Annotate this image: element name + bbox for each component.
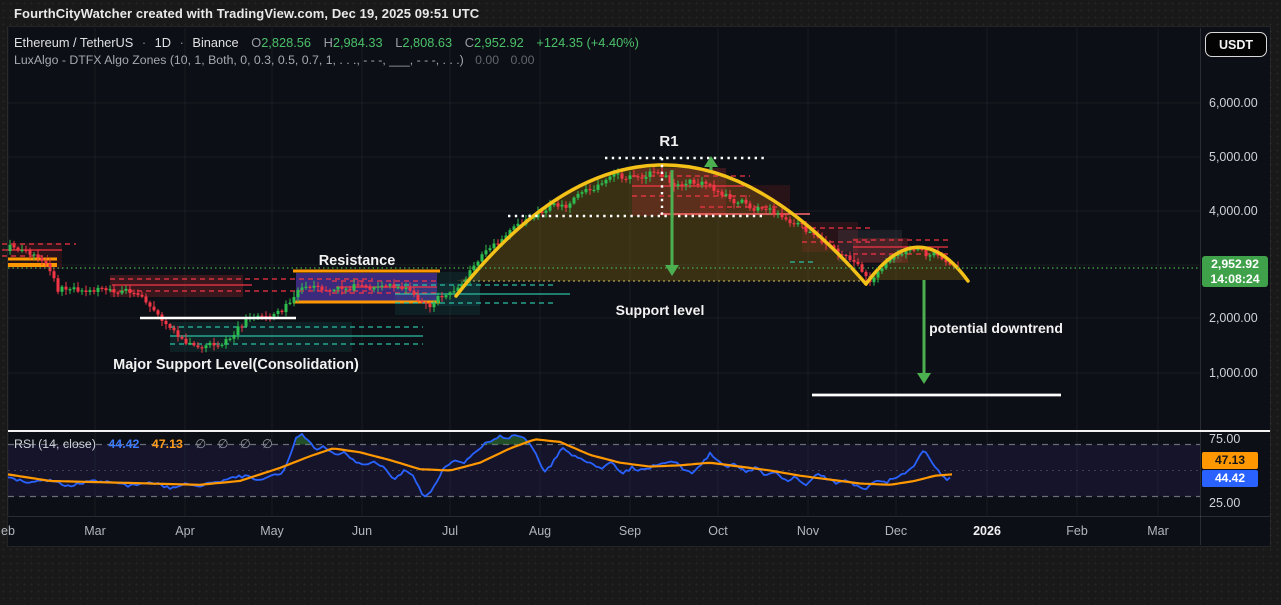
- price-axis-tick: 1,000.00: [1209, 366, 1258, 380]
- change-value: +124.35 (+4.40%): [536, 35, 638, 50]
- rsi-null-values: ∅ ∅ ∅ ∅: [195, 437, 277, 451]
- time-axis-tick: Feb: [1066, 524, 1088, 538]
- svg-text:Major Support Level(Consolidat: Major Support Level(Consolidation): [113, 357, 359, 373]
- low-value: 2,808.63: [402, 35, 452, 50]
- time-axis-tick: Oct: [708, 524, 727, 538]
- interval-value[interactable]: 1D: [155, 35, 171, 50]
- time-axis-tick: Mar: [1147, 524, 1169, 538]
- close-value: 2,952.92: [474, 35, 524, 50]
- time-axis-tick: Nov: [797, 524, 819, 538]
- legend-symbol-row[interactable]: Ethereum / TetherUS · 1D · Binance O2,82…: [14, 35, 639, 50]
- time-axis-tick: Jun: [352, 524, 372, 538]
- legend-separator: ·: [142, 35, 146, 50]
- time-axis-tick: Aug: [529, 524, 551, 538]
- svg-text:Support level: Support level: [616, 302, 705, 318]
- time-axis-tick: Dec: [885, 524, 907, 538]
- exchange-name: Binance: [192, 35, 238, 50]
- time-axis-tick: Mar: [84, 524, 106, 538]
- time-axis-tick: Jul: [442, 524, 458, 538]
- rsi-value: 44.42: [108, 437, 139, 451]
- price-axis-tick: 4,000.00: [1209, 204, 1258, 218]
- time-axis-tick: Apr: [175, 524, 194, 538]
- svg-text:Resistance: Resistance: [319, 253, 396, 269]
- rsi-ma-value: 47.13: [152, 437, 183, 451]
- rsi-value-badge: 44.42: [1202, 470, 1258, 487]
- rsi-ma-badge: 47.13: [1202, 452, 1258, 469]
- price-axis-tick: 5,000.00: [1209, 150, 1258, 164]
- high-label: H: [324, 35, 333, 50]
- time-axis-tick: 2026: [973, 524, 1001, 538]
- symbol-title[interactable]: Ethereum / TetherUS: [14, 35, 133, 50]
- indicator-title[interactable]: LuxAlgo - DTFX Algo Zones (10, 1, Both, …: [14, 53, 464, 67]
- time-axis-tick: May: [260, 524, 284, 538]
- footer-bar: TradingView: [0, 546, 1281, 605]
- time-axis-tick: eb: [1, 524, 15, 538]
- time-axis-tick: Sep: [619, 524, 641, 538]
- legend-indicator-row[interactable]: LuxAlgo - DTFX Algo Zones (10, 1, Both, …: [14, 53, 534, 67]
- open-label: O: [251, 35, 261, 50]
- rsi-legend-row[interactable]: RSI (14, close) 44.42 47.13 ∅ ∅ ∅ ∅: [14, 436, 277, 451]
- indicator-value: 0.00: [475, 53, 499, 67]
- close-label: C: [465, 35, 474, 50]
- tradingview-snapshot: FourthCityWatcher created with TradingVi…: [0, 0, 1281, 605]
- currency-toggle-button[interactable]: USDT: [1205, 32, 1267, 57]
- high-value: 2,984.33: [333, 35, 383, 50]
- rsi-indicator-title[interactable]: RSI (14, close): [14, 437, 96, 451]
- legend-separator: ·: [180, 35, 184, 50]
- price-axis-tick: 2,000.00: [1209, 311, 1258, 325]
- svg-text:R1: R1: [659, 133, 678, 150]
- price-axis-tick: 6,000.00: [1209, 96, 1258, 110]
- bar-countdown: 14:08:24: [1202, 272, 1268, 287]
- rsi-axis-tick-25: 25.00: [1209, 496, 1240, 510]
- indicator-value: 0.00: [511, 53, 535, 67]
- rsi-axis-tick-75: 75.00: [1209, 432, 1240, 446]
- last-price-value: 2,952.92: [1202, 257, 1268, 272]
- svg-text:potential downtrend: potential downtrend: [929, 320, 1063, 336]
- last-price-badge: 2,952.92 14:08:24: [1202, 256, 1268, 287]
- open-value: 2,828.56: [261, 35, 311, 50]
- price-chart-canvas[interactable]: R1 Resistance Support level Major Support L…: [0, 0, 1281, 605]
